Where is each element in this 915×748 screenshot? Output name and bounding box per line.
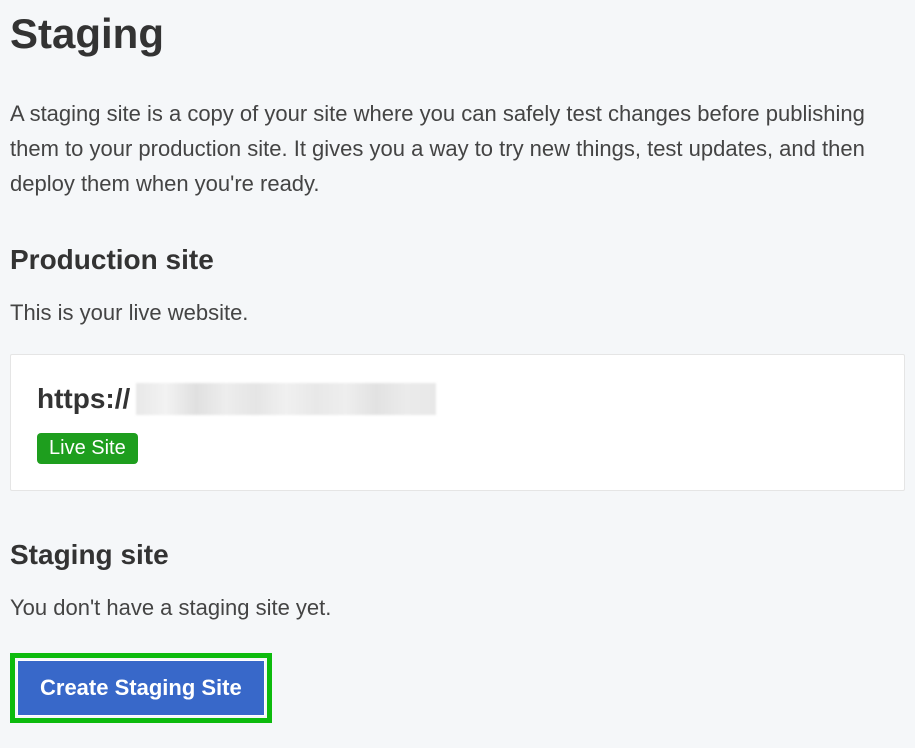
live-site-badge: Live Site <box>37 433 138 464</box>
create-button-highlight: Create Staging Site <box>10 653 272 723</box>
url-protocol-text: https:// <box>37 383 130 415</box>
create-staging-site-button[interactable]: Create Staging Site <box>17 660 265 716</box>
production-description: This is your live website. <box>10 300 905 326</box>
staging-description: You don't have a staging site yet. <box>10 595 905 621</box>
staging-heading: Staging site <box>10 539 905 571</box>
intro-text: A staging site is a copy of your site wh… <box>10 96 905 202</box>
production-site-card: https:// Live Site <box>10 354 905 491</box>
url-redacted <box>136 383 436 415</box>
page-title: Staging <box>10 10 905 58</box>
production-site-url: https:// <box>37 383 878 415</box>
production-heading: Production site <box>10 244 905 276</box>
